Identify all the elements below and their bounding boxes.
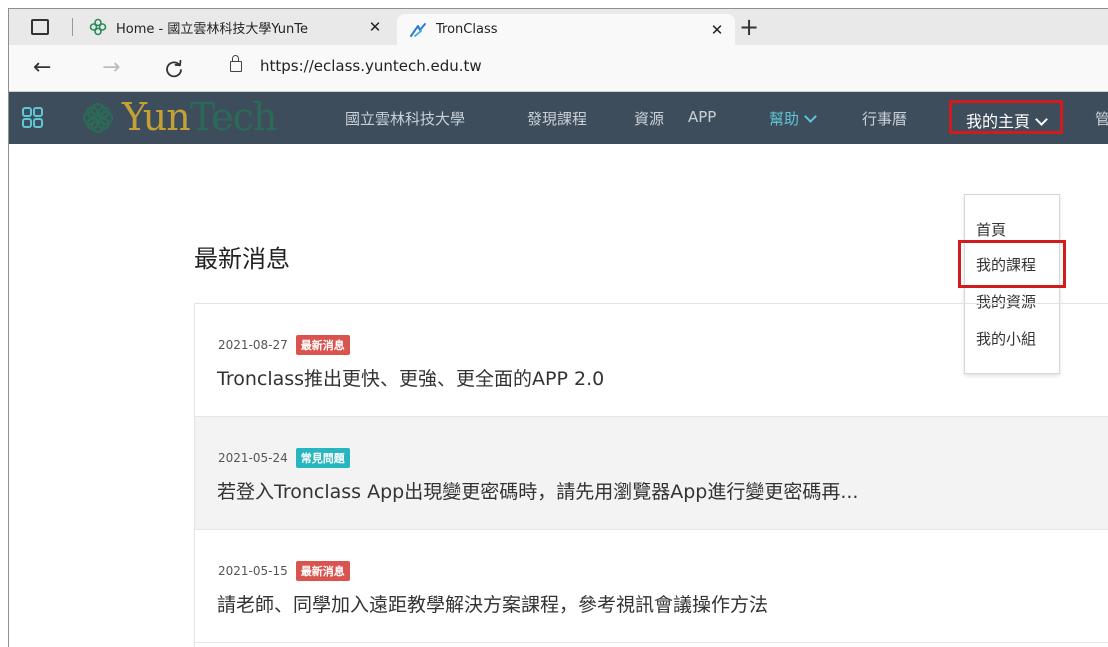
page-title: 最新消息 — [194, 245, 290, 273]
nav-calendar[interactable]: 行事曆 — [862, 108, 907, 129]
news-title[interactable]: 若登入Tronclass App出現變更密碼時，請先用瀏覽器App進行變更密碼再… — [217, 477, 858, 504]
site-navbar: YunTech 國立雲林科技大學 發現課程 資源 APP 幫助 行事曆 我的主頁… — [9, 92, 1108, 144]
menu-item-home[interactable]: 首頁 — [976, 219, 1006, 240]
news-item[interactable]: 2021-05-15 最新消息 請老師、同學加入遠距教學解決方案課程，參考視訊會… — [195, 530, 1108, 643]
news-date: 2021-08-27 — [218, 338, 288, 352]
news-meta: 2021-05-24 常見問題 — [218, 448, 350, 468]
address-bar: ← → https://eclass.yuntech.edu.tw — [9, 45, 1108, 92]
logo-yun: Yun — [122, 95, 191, 139]
category-badge: 最新消息 — [295, 335, 350, 355]
news-list: 2021-08-27 最新消息 Tronclass推出更快、更強、更全面的APP… — [194, 303, 1108, 647]
nav-help[interactable]: 幫助 — [769, 108, 817, 129]
nav-app[interactable]: APP — [688, 108, 716, 126]
tab-separator — [72, 18, 73, 36]
news-title[interactable]: 請老師、同學加入遠距教學解決方案課程，參考視訊會議操作方法 — [217, 590, 768, 617]
news-meta: 2021-08-27 最新消息 — [218, 335, 350, 355]
forward-icon[interactable]: → — [102, 55, 120, 81]
news-date: 2021-05-15 — [218, 564, 288, 578]
category-badge: 最新消息 — [295, 561, 350, 581]
new-tab-button[interactable]: + — [739, 12, 759, 42]
nav-my-home[interactable]: 我的主頁 — [949, 100, 1063, 134]
news-item[interactable]: 2021-05-24 常見問題 若登入Tronclass App出現變更密碼時，… — [195, 417, 1108, 530]
tab-home[interactable]: Home - 國立雲林科技大學YunTe ✕ — [81, 9, 393, 45]
tronclass-icon — [409, 21, 427, 39]
browser-window: Home - 國立雲林科技大學YunTe ✕ TronClass ✕ + ← → — [8, 8, 1108, 647]
yuntech-logo[interactable]: YunTech — [122, 95, 278, 139]
yuntech-flower-icon — [89, 18, 107, 36]
tab-title: TronClass — [436, 22, 498, 37]
reload-icon[interactable] — [163, 55, 185, 87]
news-title[interactable]: Tronclass推出更快、更強、更全面的APP 2.0 — [217, 364, 604, 391]
nav-my-home-label: 我的主頁 — [966, 112, 1031, 131]
chevron-down-icon — [1035, 113, 1048, 126]
close-tab-icon[interactable]: ✕ — [707, 21, 727, 39]
nav-manage[interactable]: 管 — [1095, 108, 1108, 129]
tab-tronclass[interactable]: TronClass ✕ — [397, 14, 735, 45]
news-item[interactable]: 2021-08-27 最新消息 Tronclass推出更快、更強、更全面的APP… — [195, 304, 1108, 417]
lock-icon[interactable] — [230, 55, 242, 72]
tab-bar: Home - 國立雲林科技大學YunTe ✕ TronClass ✕ + — [9, 9, 1108, 45]
nav-resources[interactable]: 資源 — [634, 108, 664, 129]
nav-school[interactable]: 國立雲林科技大學 — [345, 108, 465, 129]
close-tab-icon[interactable]: ✕ — [365, 18, 385, 36]
tab-title: Home - 國立雲林科技大學YunTe — [116, 21, 309, 37]
nav-discover-courses[interactable]: 發現課程 — [527, 108, 587, 129]
news-date: 2021-05-24 — [218, 451, 288, 465]
back-icon[interactable]: ← — [33, 55, 51, 81]
category-badge: 常見問題 — [295, 448, 350, 468]
highlight-box — [958, 240, 1066, 288]
chevron-down-icon — [804, 110, 817, 123]
nav-help-label: 幫助 — [769, 110, 800, 128]
yuntech-logo-icon — [81, 101, 115, 135]
logo-tech: Tech — [189, 95, 278, 139]
tab-actions-icon[interactable] — [31, 19, 49, 35]
news-meta: 2021-05-15 最新消息 — [218, 561, 350, 581]
url-field[interactable]: https://eclass.yuntech.edu.tw — [260, 57, 482, 75]
app-grid-icon[interactable] — [22, 107, 43, 128]
